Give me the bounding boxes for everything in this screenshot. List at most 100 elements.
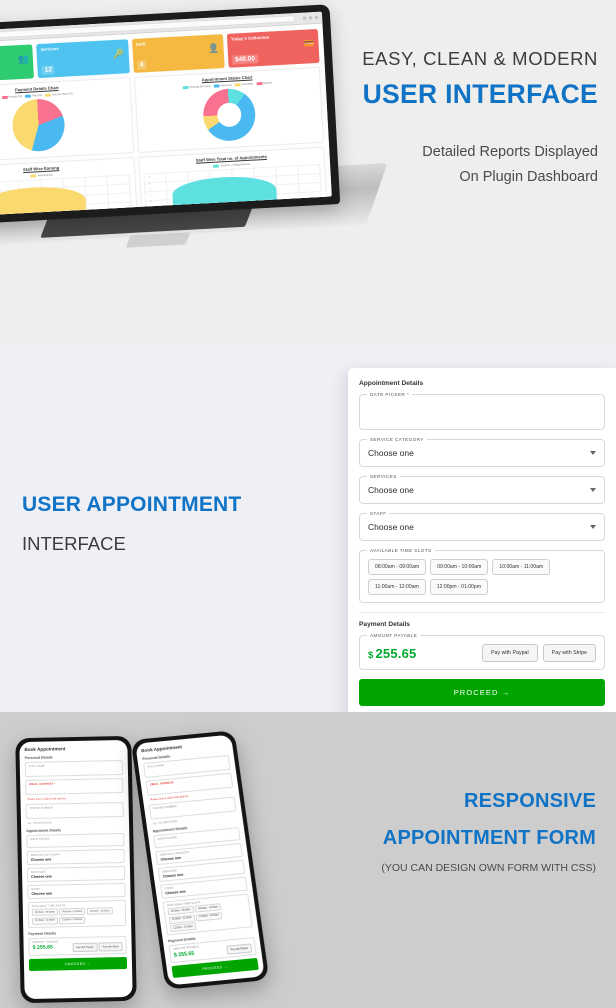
phone-service-category-select[interactable]: SERVICE CATEGORY Choose one (26, 848, 125, 866)
phone-pay-with-stripe-button[interactable]: Pay with Stripe (98, 941, 123, 952)
legend-item: Pending (Percent) (182, 84, 211, 89)
required-asterisk: * (406, 392, 410, 397)
payment-buttons: Pay with Paypal Pay with Stripe (481, 644, 596, 662)
chevron-down-icon[interactable] (590, 451, 596, 455)
laptop-trackpad (125, 232, 191, 248)
phone-time-slot-option-tilted[interactable]: 08:00am - 09:00am (167, 905, 195, 916)
hero-title: USER INTERFACE (362, 79, 598, 109)
service-category-label: SERVICE CATEGORY (367, 437, 427, 442)
time-slot-option[interactable]: 09:00am - 10:00am (430, 559, 489, 575)
time-slots-label: AVAILABLE TIME SLOTS (367, 548, 435, 553)
stat-card-todays-collection[interactable]: Today's Collection 💳 $48.00 (226, 28, 320, 68)
plot-area: 43210 (142, 163, 324, 212)
time-slot-list: 08:00am - 09:00am 09:00am - 10:00am 10:0… (368, 556, 596, 595)
services-select[interactable]: SERVICES Choose one (359, 474, 605, 504)
responsive-line1: RESPONSIVE (463, 790, 596, 812)
chart-payment-details: Payment Details Chart Prepaid (%) Paid (… (0, 77, 134, 164)
chevron-down-icon[interactable] (590, 525, 596, 529)
plot-area: 403020100 (0, 173, 133, 218)
legend-item: Approved (213, 83, 232, 88)
chevron-down-icon[interactable] (590, 488, 596, 492)
phone-number-field[interactable]: PHONE NUMBER (25, 801, 124, 820)
service-category-select[interactable]: SERVICE CATEGORY Choose one (359, 437, 605, 467)
stat-card-title: Today's Collection (230, 34, 270, 42)
money-icon: 💳 (303, 38, 315, 49)
phone-email-field[interactable]: EMAIL ADDRESS * (25, 777, 124, 796)
phone-mockup-tilted: Book Appointment Personal Details FULL N… (130, 730, 270, 990)
amount-row: $255.65 Pay with Paypal Pay with Stripe (368, 641, 596, 662)
legend-item: Total No. of Appointments (213, 162, 251, 168)
phone-time-slots-group: AVAILABLE TIME SLOTS 08:00am - 09:00am 0… (27, 899, 127, 928)
time-slot-option[interactable]: 08:00am - 09:00am (368, 559, 427, 575)
phone-time-slot-option-tilted[interactable]: 12:00pm - 01:00pm (169, 922, 197, 933)
time-slots-group: AVAILABLE TIME SLOTS 08:00am - 09:00am 0… (359, 548, 605, 603)
staff-select[interactable]: STAFF Choose one (359, 511, 605, 541)
date-picker-label: DATE PICKER * (367, 392, 413, 397)
currency-symbol: $ (368, 649, 374, 661)
amount-payable-label: AMOUNT PAYABLE (367, 633, 421, 638)
phone-page-title: Book Appointment (24, 746, 66, 753)
pay-with-stripe-button[interactable]: Pay with Stripe (542, 644, 596, 662)
phone-payment-buttons: Pay with Paypal Pay with Stripe (72, 941, 123, 952)
phone-time-slot-option[interactable]: 09:00am - 10:00am (59, 907, 86, 916)
stat-card-staff[interactable]: Staff 👤 4 (131, 34, 225, 73)
date-picker-input[interactable] (368, 400, 596, 422)
time-slot-option[interactable]: 12:00pm - 01:00pm (429, 579, 488, 595)
legend-label: Deleted (263, 80, 273, 85)
phone-payment-heading: Payment Details (28, 930, 57, 936)
stat-card-value: $48.00 (231, 53, 259, 65)
phone-staff-select[interactable]: STAFF Choose one (27, 882, 126, 900)
form-divider (359, 612, 605, 613)
pay-with-paypal-button[interactable]: Pay with Paypal (481, 644, 538, 662)
pie-chart (11, 97, 67, 153)
legend-label: Total Earning (37, 172, 53, 177)
stat-card-title: Staff (135, 41, 146, 47)
stat-card-customers[interactable]: Customers 👥 9 (0, 44, 35, 84)
user-appointment-section: USER APPOINTMENT INTERFACE Appointment D… (0, 343, 616, 712)
dashboard: Customers 👥 9 Services 🔑 12 Staff 👤 (0, 23, 332, 218)
time-slot-option[interactable]: 11:00am - 12:00am (368, 579, 426, 595)
phone-time-slot-option-tilted[interactable]: 09:00am - 10:00am (194, 903, 222, 913)
phone-appointment-heading: Appointment Details (26, 828, 62, 834)
amount-value: $255.65 (368, 646, 416, 661)
phone-time-slot-option[interactable]: 12:00pm - 01:00pm (59, 916, 86, 924)
legend-item: Cancelled (234, 82, 253, 87)
proceed-button[interactable]: PROCEED → (359, 679, 605, 706)
stat-card-services[interactable]: Services 🔑 12 (36, 39, 130, 79)
stat-card-value: 12 (41, 64, 56, 75)
hero-kicker: EASY, CLEAN & MODERN (362, 48, 598, 69)
date-picker-field[interactable]: DATE PICKER * (359, 392, 605, 430)
legend-label: Pending (Percent) (189, 84, 211, 89)
payment-heading: Payment Details (359, 621, 410, 628)
phone-time-slot-option-tilted[interactable]: 11:00am - 12:00am (195, 911, 223, 922)
services-value: Choose one (368, 485, 414, 495)
legend-label: Total No. of Appointments (220, 162, 251, 167)
phone-pay-with-paypal-button-tilted[interactable]: Pay with Paypal (226, 943, 253, 955)
hero-text-block: EASY, CLEAN & MODERN USER INTERFACE Deta… (362, 48, 598, 191)
phone-proceed-button[interactable]: PROCEED → (28, 956, 128, 971)
phone-pay-with-paypal-button[interactable]: Pay with Paypal (72, 942, 98, 952)
browser-menu-icon (309, 16, 313, 20)
time-slot-option[interactable]: 10:00am - 11:00am (492, 559, 551, 575)
phone-time-slot-option[interactable]: 11:00am - 12:00am (31, 916, 58, 925)
appointment-text-block: USER APPOINTMENT INTERFACE (22, 493, 241, 555)
doughnut-chart (201, 86, 257, 142)
amount-payable-group: AMOUNT PAYABLE $255.65 Pay with Paypal P… (359, 633, 605, 670)
laptop-screen: Customers 👥 9 Services 🔑 12 Staff 👤 (0, 11, 332, 218)
appointment-title: USER APPOINTMENT (22, 493, 242, 516)
appointment-subtitle: INTERFACE (22, 533, 126, 554)
key-icon: 🔑 (112, 48, 125, 60)
phone-services-select[interactable]: SERVICES Choose one (26, 865, 126, 883)
phone-amount-group: AMOUNT PAYABLE $ 255.65 Pay with Paypal … (28, 935, 127, 956)
phone-fullname-field[interactable]: FULL NAME (24, 759, 124, 778)
phone-time-slot-option[interactable]: 08:00am - 09:00am (31, 908, 58, 916)
stat-card-title: Services (40, 45, 59, 52)
responsive-form-section: Book Appointment Personal Details FULL N… (0, 712, 616, 1008)
responsive-text-block: RESPONSIVE APPOINTMENT FORM (YOU CAN DES… (381, 790, 596, 874)
legend-label: Paid (%) (32, 93, 43, 97)
phone-date-picker-field[interactable]: DATE PICKER (26, 832, 125, 849)
phone-time-slot-option[interactable]: 10:00am - 11:00am (86, 907, 113, 915)
phone-amount-value: $ 255.65 (32, 944, 53, 951)
browser-menu-icon (315, 15, 319, 20)
service-category-value: Choose one (368, 448, 414, 458)
